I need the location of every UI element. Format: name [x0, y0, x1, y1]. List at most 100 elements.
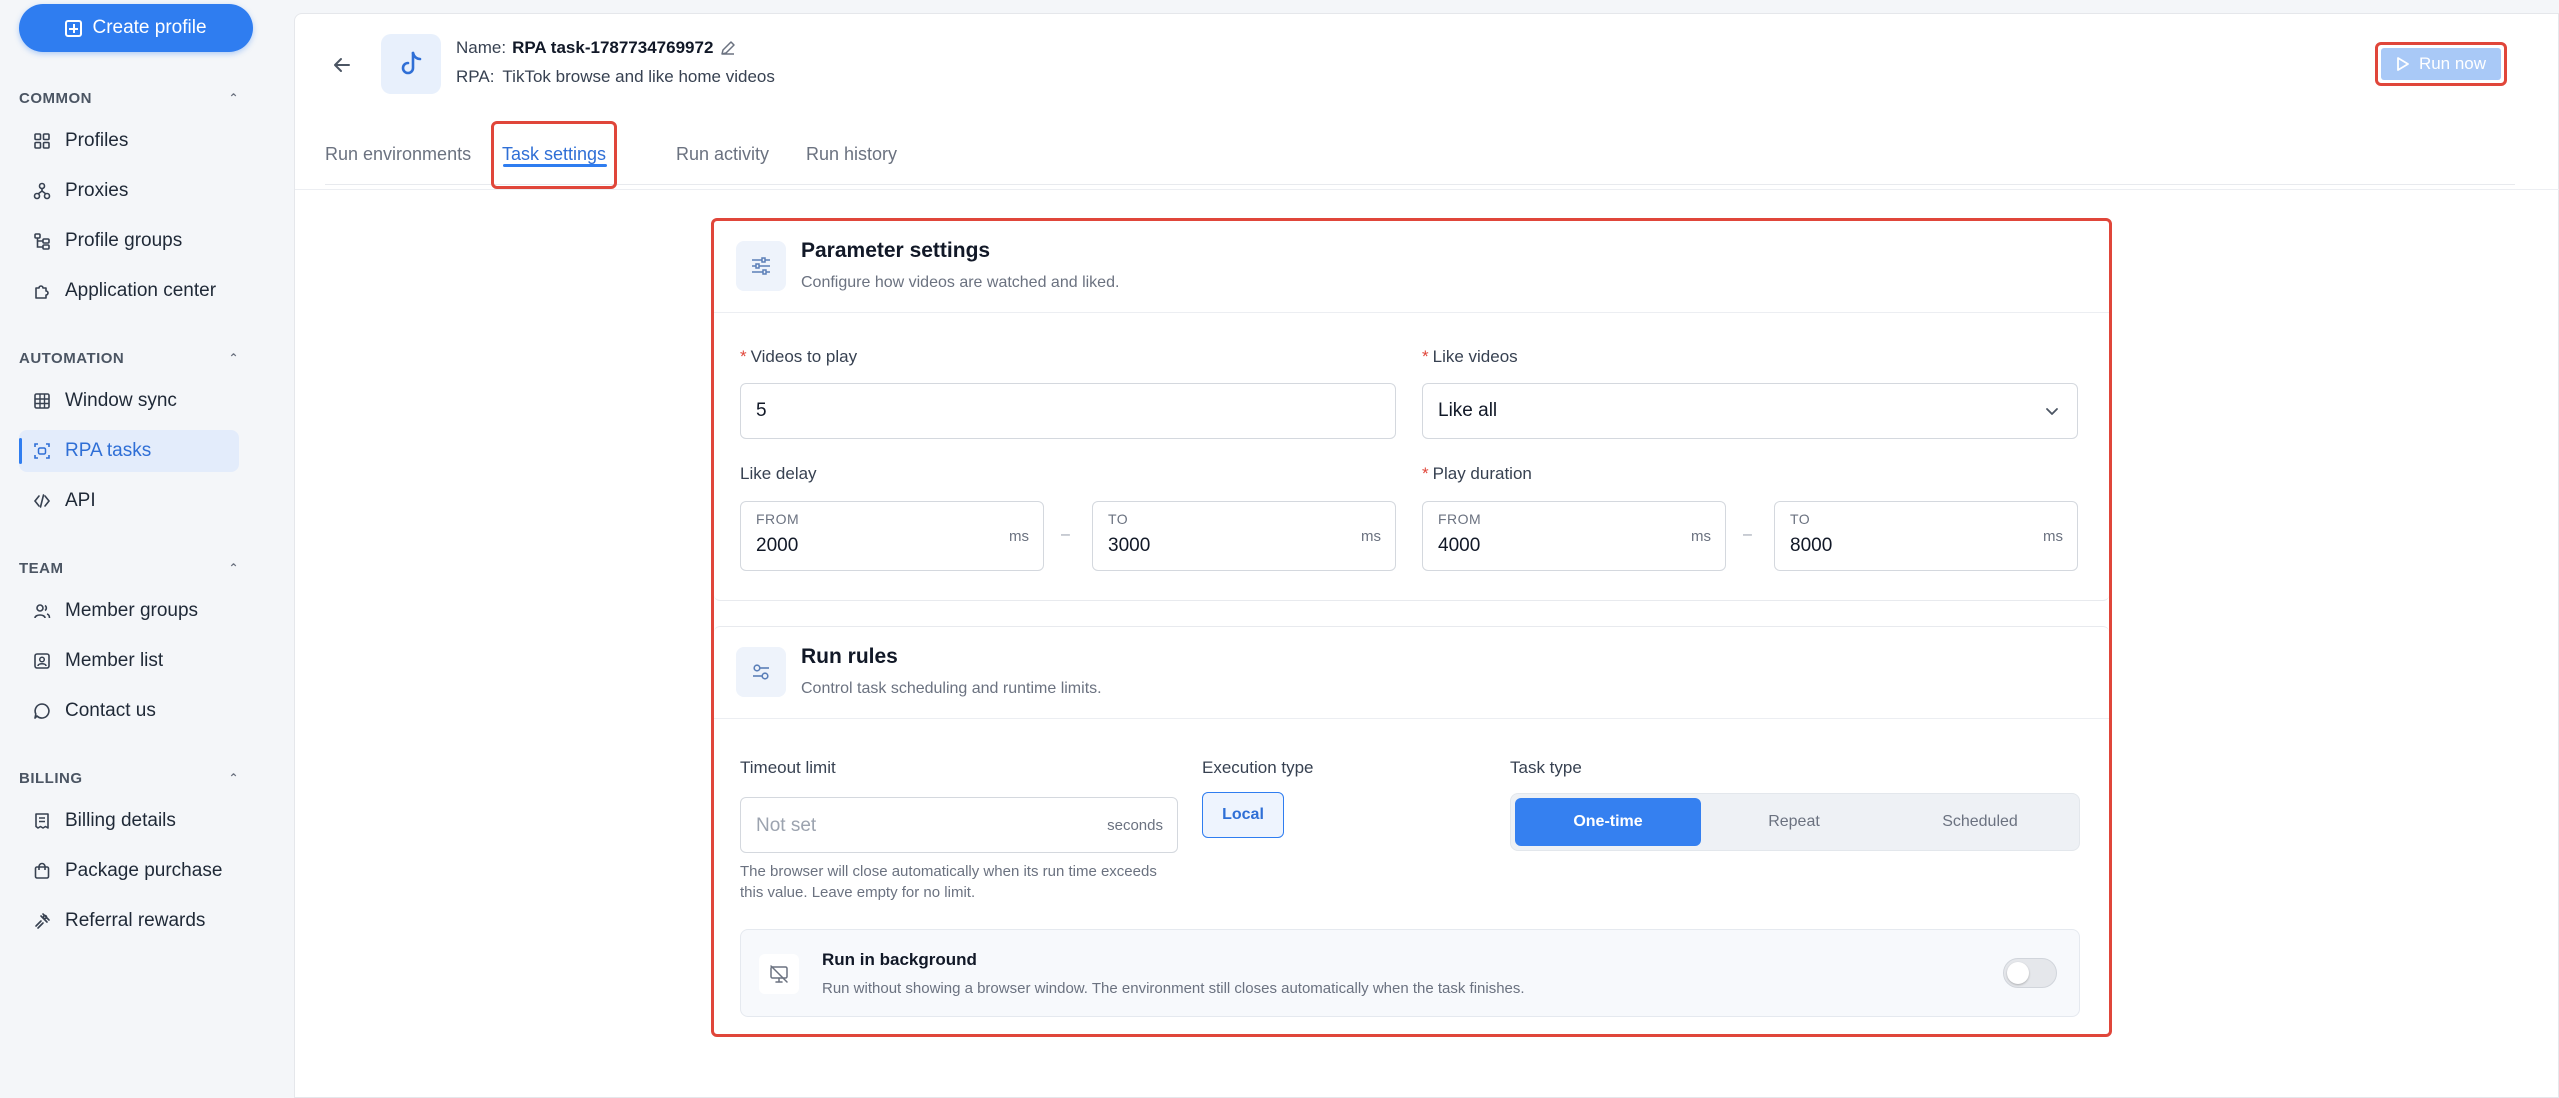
like-delay-to-input[interactable]: TO 3000 ms — [1092, 501, 1396, 571]
chevron-up-icon: ⌃ — [228, 351, 239, 365]
sidebar-item-contact-us[interactable]: Contact us — [19, 690, 239, 732]
section-billing-label: BILLING — [19, 769, 83, 787]
sidebar-item-profiles[interactable]: Profiles — [19, 120, 239, 162]
settings-panel: Parameter settings Configure how videos … — [711, 218, 2112, 1037]
sidebar-item-label: Application center — [65, 280, 217, 301]
tab-run-activity[interactable]: Run activity — [676, 144, 769, 165]
scan-robot-icon — [34, 443, 50, 459]
settings-toggle-icon — [736, 647, 786, 697]
sidebar-item-label: Contact us — [65, 700, 156, 721]
parameter-settings-header: Parameter settings Configure how videos … — [714, 221, 2109, 313]
create-profile-button[interactable]: Create profile — [19, 4, 253, 52]
like-delay-label: Like delay — [740, 464, 817, 483]
sidebar-item-application-center[interactable]: Application center — [19, 270, 239, 312]
execution-type-local-button[interactable]: Local — [1202, 792, 1284, 838]
section-team[interactable]: TEAM ⌃ — [19, 557, 239, 579]
videos-to-play-value: 5 — [756, 400, 767, 421]
receipt-icon — [35, 813, 49, 829]
sidebar-item-label: Billing details — [65, 810, 176, 831]
section-team-label: TEAM — [19, 559, 64, 577]
required-mark: * — [1422, 464, 1429, 483]
tab-bar: Run environments Task settings Run activ… — [325, 129, 2515, 185]
section-common[interactable]: COMMON ⌃ — [19, 87, 239, 109]
tree-icon — [34, 233, 50, 250]
play-duration-to-input[interactable]: TO 8000 ms — [1774, 501, 2078, 571]
sidebar-item-rpa-tasks[interactable]: RPA tasks — [19, 430, 239, 472]
task-type-label: Task type — [1510, 758, 1582, 777]
sidebar-item-label: Referral rewards — [65, 910, 206, 931]
sidebar-item-referral-rewards[interactable]: Referral rewards — [19, 900, 239, 942]
to-label: TO — [1108, 511, 1129, 527]
sidebar-item-label: Window sync — [65, 390, 177, 411]
grid-icon — [34, 133, 50, 149]
play-duration-to-value: 8000 — [1790, 535, 1833, 556]
puzzle-icon — [35, 285, 49, 299]
tab-highlight-box — [491, 121, 617, 189]
section-automation-label: AUTOMATION — [19, 349, 125, 367]
unit-label: ms — [2043, 528, 2063, 545]
unit-label: ms — [1691, 528, 1711, 545]
run-rules-subtitle: Control task scheduling and runtime limi… — [801, 680, 1102, 697]
sidebar-item-member-groups[interactable]: Member groups — [19, 590, 239, 632]
like-delay-to-value: 3000 — [1108, 535, 1151, 556]
run-now-label: Run now — [2418, 54, 2487, 73]
tab-run-history[interactable]: Run history — [806, 144, 897, 165]
run-in-background-title: Run in background — [822, 950, 977, 969]
play-duration-from-input[interactable]: FROM 4000 ms — [1422, 501, 1726, 571]
plus-icon — [65, 19, 83, 37]
back-arrow-icon[interactable] — [331, 54, 353, 76]
section-automation[interactable]: AUTOMATION ⌃ — [19, 347, 239, 369]
task-type-one-time[interactable]: One-time — [1515, 798, 1701, 846]
task-type-scheduled[interactable]: Scheduled — [1887, 798, 2073, 846]
like-delay-from-input[interactable]: FROM 2000 ms — [740, 501, 1044, 571]
sidebar-item-package-purchase[interactable]: Package purchase — [19, 850, 239, 892]
play-duration-from-value: 4000 — [1438, 535, 1481, 556]
like-videos-value: Like all — [1438, 400, 1498, 421]
sidebar: Create profile COMMON ⌃ Profiles Proxies… — [0, 0, 272, 1098]
run-in-background-toggle[interactable] — [2003, 958, 2057, 988]
monitor-off-icon — [759, 954, 799, 994]
shopping-bag-icon — [34, 862, 50, 879]
videos-to-play-label: * Videos to play — [740, 347, 857, 367]
run-rules-header: Run rules Control task scheduling and ru… — [714, 627, 2109, 719]
user-card-icon — [34, 653, 50, 669]
run-in-background-panel: Run in background Run without showing a … — [740, 929, 2080, 1017]
sidebar-item-label: API — [65, 490, 96, 511]
run-rules-title: Run rules — [801, 645, 898, 668]
network-icon — [33, 182, 51, 200]
edit-pencil-icon[interactable] — [719, 39, 737, 57]
play-duration-label-text: Play duration — [1432, 464, 1532, 483]
timeout-limit-input[interactable]: Not set seconds — [740, 797, 1178, 853]
sidebar-item-api[interactable]: API — [19, 480, 239, 522]
create-profile-label: Create profile — [92, 17, 207, 38]
sidebar-item-profile-groups[interactable]: Profile groups — [19, 220, 239, 262]
sidebar-item-label: Package purchase — [65, 860, 223, 881]
sidebar-item-window-sync[interactable]: Window sync — [19, 380, 239, 422]
tab-run-environments[interactable]: Run environments — [325, 144, 471, 165]
sidebar-item-proxies[interactable]: Proxies — [19, 170, 239, 212]
timeout-unit: seconds — [1107, 817, 1163, 834]
play-icon — [2397, 57, 2409, 71]
timeout-placeholder: Not set — [756, 815, 817, 836]
run-now-button[interactable]: Run now — [2375, 42, 2507, 86]
play-duration-label: * Play duration — [1422, 464, 1532, 484]
task-type-repeat[interactable]: Repeat — [1701, 798, 1887, 846]
like-videos-select[interactable]: Like all — [1422, 383, 2078, 439]
videos-to-play-input[interactable]: 5 — [740, 383, 1396, 439]
parameter-settings-card: Parameter settings Configure how videos … — [714, 221, 2109, 601]
divider — [295, 189, 2559, 190]
sidebar-item-label: Member list — [65, 650, 164, 671]
range-separator: – — [1061, 526, 1070, 543]
sidebar-item-billing-details[interactable]: Billing details — [19, 800, 239, 842]
timeout-limit-label: Timeout limit — [740, 758, 836, 777]
required-mark: * — [1422, 347, 1429, 366]
from-label: FROM — [1438, 511, 1482, 527]
range-separator: – — [1743, 526, 1752, 543]
sidebar-item-member-list[interactable]: Member list — [19, 640, 239, 682]
name-label: Name: — [456, 38, 507, 57]
chevron-up-icon: ⌃ — [228, 771, 239, 785]
run-in-background-subtitle: Run without showing a browser window. Th… — [822, 980, 1525, 997]
parameter-settings-subtitle: Configure how videos are watched and lik… — [801, 274, 1120, 291]
section-billing[interactable]: BILLING ⌃ — [19, 767, 239, 789]
task-rpa: RPA: TikTok browse and like home videos — [456, 67, 775, 87]
